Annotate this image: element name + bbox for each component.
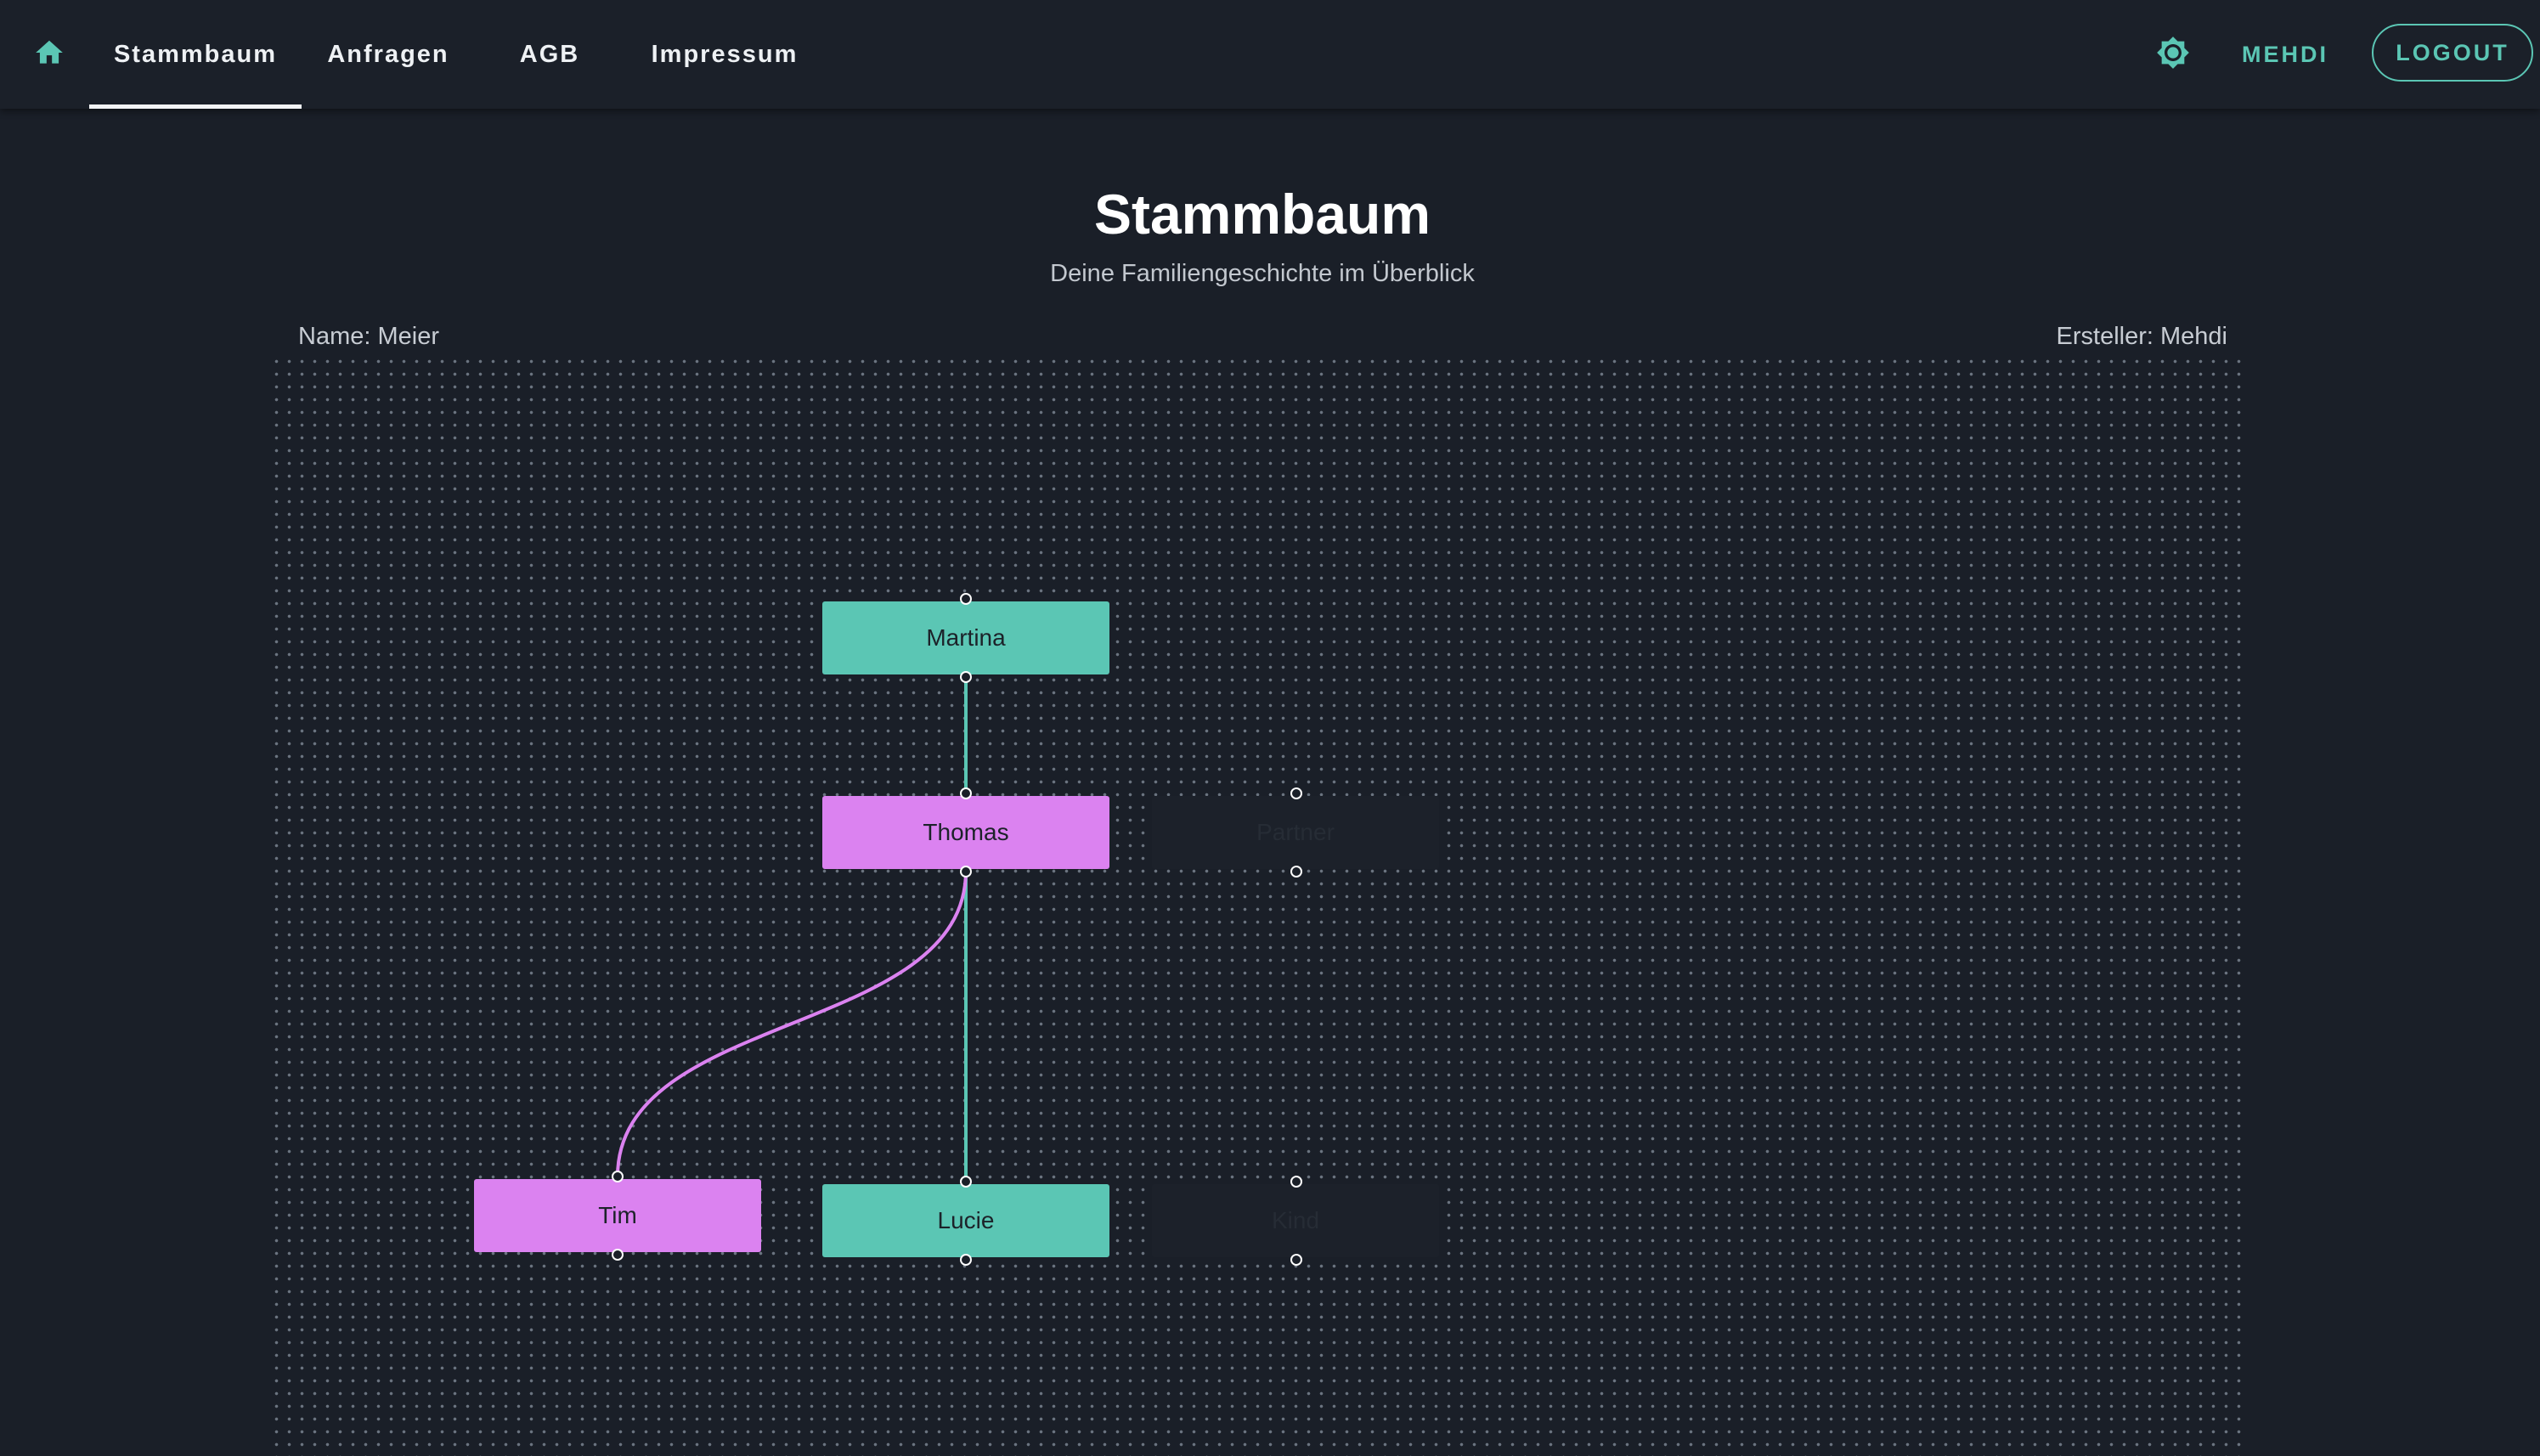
node-handle-thomas-top[interactable] (960, 787, 972, 799)
tab-agb[interactable]: AGB (508, 0, 591, 109)
tab-impressum[interactable]: Impressum (646, 0, 804, 109)
tab-stammbaum-label: Stammbaum (113, 40, 278, 68)
node-label: Partner (1256, 819, 1335, 845)
node-handle-martina-top[interactable] (960, 593, 972, 605)
user-label: MEHDI (2242, 41, 2328, 67)
node-label: Lucie (937, 1207, 995, 1233)
logout-label: LOGOUT (2396, 39, 2509, 65)
node-label: Martina (926, 624, 1006, 651)
node-handle-tim-top[interactable] (612, 1171, 624, 1182)
node-handle-lucie-top[interactable] (960, 1176, 972, 1188)
node-label: Thomas (923, 819, 1009, 845)
tab-anfragen-label: Anfragen (327, 40, 449, 68)
node-label: Kind (1271, 1207, 1320, 1233)
tree-creator: Ersteller: Mehdi (2056, 323, 2227, 350)
tree-node-thomas[interactable]: Thomas (822, 796, 1109, 869)
tab-stammbaum[interactable]: Stammbaum (89, 0, 302, 109)
tree-node-lucie[interactable]: Lucie (822, 1184, 1109, 1257)
node-handle-placeholder2-bottom[interactable] (1290, 1254, 1302, 1266)
page-title: Stammbaum (1093, 183, 1431, 245)
node-handle-placeholder1-top[interactable] (1290, 787, 1302, 799)
tree-node-tim[interactable]: Tim (474, 1179, 761, 1252)
home-icon (32, 37, 66, 73)
theme-toggle-button[interactable] (2149, 31, 2197, 78)
node-handle-lucie-bottom[interactable] (960, 1254, 972, 1266)
tab-agb-label: AGB (519, 40, 580, 68)
node-handle-martina-bottom[interactable] (960, 671, 972, 683)
tree-node-placeholder-2[interactable]: Kind (1152, 1184, 1439, 1257)
tab-anfragen[interactable]: Anfragen (319, 0, 457, 109)
tree-node-martina[interactable]: Martina (822, 601, 1109, 674)
logout-button[interactable]: LOGOUT (2372, 24, 2533, 82)
page-subtitle: Deine Familiengeschichte im Überblick (1050, 260, 1475, 287)
home-button[interactable] (24, 31, 75, 78)
user-button[interactable]: MEHDI (2226, 31, 2345, 78)
node-handle-placeholder2-top[interactable] (1290, 1176, 1302, 1188)
brightness-icon (2156, 36, 2190, 74)
tab-impressum-label: Impressum (651, 40, 799, 68)
app-bar: Stammbaum Anfragen AGB Impressum MEHDI L… (0, 0, 2540, 109)
node-handle-tim-bottom[interactable] (612, 1249, 624, 1261)
node-handle-placeholder1-bottom[interactable] (1290, 866, 1302, 878)
node-handle-thomas-bottom[interactable] (960, 866, 972, 878)
tree-node-placeholder-1[interactable]: Partner (1152, 796, 1439, 869)
family-tree-canvas[interactable] (270, 355, 2248, 1456)
node-label: Tim (598, 1202, 637, 1228)
tree-name: Name: Meier (298, 323, 439, 350)
